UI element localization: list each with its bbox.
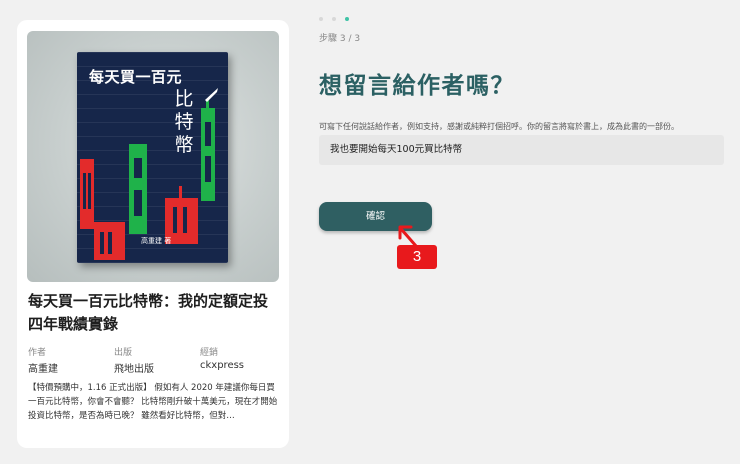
book-card: 每天買一百元 比特幣 高重建 著 每天買一百元比特幣：我的定額定投四年戰績實錄 …: [17, 20, 289, 448]
distributor-value: ckxpress: [200, 360, 245, 371]
publisher-value: 飛地出版: [114, 364, 154, 375]
step-label: 步驟 3 / 3: [319, 34, 361, 44]
author-label: 作者: [28, 348, 47, 358]
message-hint: 可寫下任何說話給作者，例如支持，感謝或純粹打個招呼。你的留言將寫於書上，成為此書…: [319, 122, 679, 131]
publisher-label: 出版: [114, 348, 133, 358]
step-dot-3-active: [345, 17, 349, 21]
message-input[interactable]: 我也要開始每天100元買比特幣: [319, 135, 724, 165]
step-dot-1: [319, 17, 323, 21]
book-description: 【特價預購中，1.16 正式出版】 假如有人 2020 年建議你每日買一百元比特…: [28, 383, 278, 421]
author-value: 高重建: [28, 364, 58, 375]
book-cover: 每天買一百元 比特幣 高重建 著: [77, 52, 228, 263]
distributor-label: 經銷: [200, 348, 219, 358]
step-indicator: [319, 17, 349, 21]
annotation-step-badge: 3: [397, 245, 437, 269]
cover-author: 高重建 著: [141, 237, 172, 245]
candlestick-illustration: [80, 88, 218, 260]
book-cover-image: 每天買一百元 比特幣 高重建 著: [27, 31, 279, 282]
book-title: 每天買一百元比特幣：我的定額定投四年戰績實錄: [28, 292, 269, 333]
page-title: 想留言給作者嗎？: [319, 73, 515, 99]
step-dot-2: [332, 17, 336, 21]
